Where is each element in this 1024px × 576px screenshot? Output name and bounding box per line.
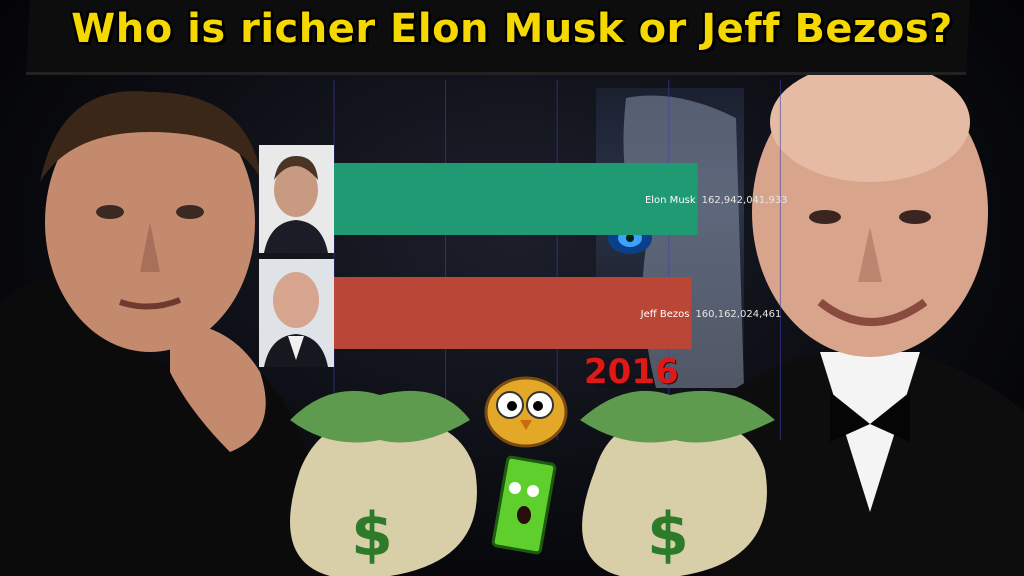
owl-mascot-icon bbox=[484, 376, 568, 448]
dollar-sign-icon: $ bbox=[647, 500, 689, 570]
money-bag-icon: $ bbox=[580, 390, 775, 576]
dollar-bill-mascot-icon bbox=[491, 455, 557, 555]
dollar-sign-icon: $ bbox=[351, 500, 393, 570]
money-bag-icon: $ bbox=[290, 390, 477, 576]
thumbnail-canvas: Elon Musk 162,942,041,933 Jeff Bezos 160,16… bbox=[0, 0, 1024, 576]
page-title: Who is richer Elon Musk or Jeff Bezos? bbox=[71, 6, 953, 52]
money-decorations: $ $ bbox=[290, 376, 775, 576]
